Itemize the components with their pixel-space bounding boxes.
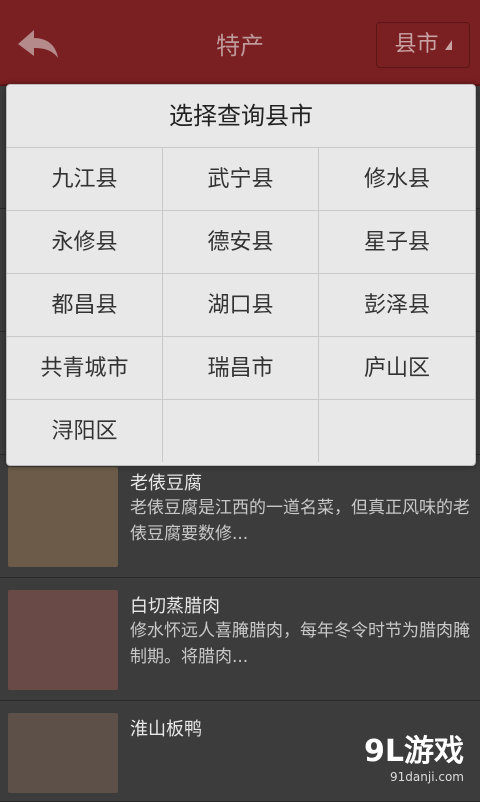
county-option[interactable]: 德安县: [163, 210, 319, 273]
thumbnail: [8, 590, 118, 690]
region-select-button[interactable]: 县市: [376, 22, 470, 68]
item-description: 老俵豆腐是江西的一道名菜，但真正风味的老俵豆腐要数修...: [130, 498, 470, 544]
county-option[interactable]: 修水县: [319, 147, 475, 210]
county-option[interactable]: 星子县: [319, 210, 475, 273]
thumbnail: [8, 467, 118, 567]
county-option[interactable]: 武宁县: [163, 147, 319, 210]
county-option[interactable]: 永修县: [7, 210, 163, 273]
county-option[interactable]: 浔阳区: [7, 399, 163, 462]
empty-cell: [163, 399, 319, 462]
watermark: 9L游戏 91danji.com: [364, 726, 464, 784]
app-header: 特产 县市: [0, 0, 480, 86]
county-option[interactable]: 共青城市: [7, 336, 163, 399]
county-grid: 九江县 武宁县 修水县 永修县 德安县 星子县 都昌县 湖口县 彭泽县 共青城市…: [7, 147, 475, 462]
county-option[interactable]: 庐山区: [319, 336, 475, 399]
list-item[interactable]: 老俵豆腐 老俵豆腐是江西的一道名菜，但真正风味的老俵豆腐要数修...: [0, 455, 480, 578]
dropdown-triangle-icon: [444, 40, 452, 50]
watermark-logo: 9L游戏: [364, 734, 464, 769]
item-title: 白切蒸腊肉: [130, 596, 220, 617]
county-option[interactable]: 九江县: [7, 147, 163, 210]
item-title: 淮山板鸭: [130, 719, 202, 740]
dialog-title: 选择查询县市: [169, 102, 313, 130]
watermark-url: 91danji.com: [390, 770, 464, 784]
region-select-label: 县市: [394, 32, 439, 57]
county-option[interactable]: 湖口县: [163, 273, 319, 336]
item-title: 老俵豆腐: [130, 473, 202, 494]
empty-cell: [319, 399, 475, 462]
county-option[interactable]: 瑞昌市: [163, 336, 319, 399]
county-option[interactable]: 彭泽县: [319, 273, 475, 336]
thumbnail: [8, 713, 118, 793]
list-item[interactable]: 白切蒸腊肉 修水怀远人喜腌腊肉，每年冬令时节为腊肉腌制期。将腊肉...: [0, 578, 480, 701]
item-description: 修水怀远人喜腌腊肉，每年冬令时节为腊肉腌制期。将腊肉...: [130, 621, 470, 667]
county-option[interactable]: 都昌县: [7, 273, 163, 336]
county-select-dialog: 选择查询县市 九江县 武宁县 修水县 永修县 德安县 星子县 都昌县 湖口县 彭…: [6, 84, 476, 466]
